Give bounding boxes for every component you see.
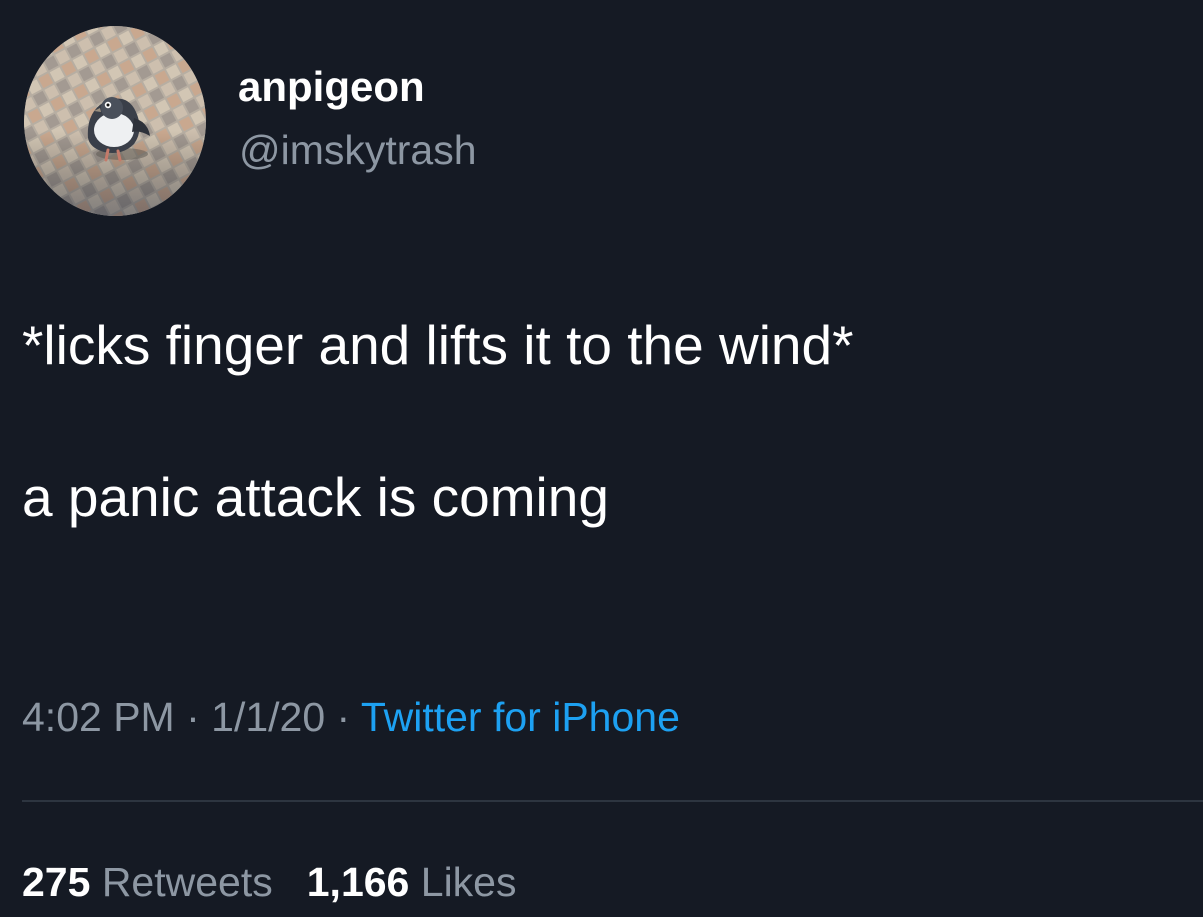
likes-label: Likes [420,859,517,905]
timestamp-date[interactable]: 1/1/20 [211,694,325,740]
tweet-meta: 4:02 PM · 1/1/20 · Twitter for iPhone [22,697,680,738]
retweets-stat[interactable]: 275 Retweets [22,859,273,905]
user-handle[interactable]: @imskytrash [239,130,477,171]
meta-separator: · [325,694,361,740]
meta-separator: · [174,694,212,740]
retweets-count: 275 [22,859,91,905]
timestamp-time[interactable]: 4:02 PM [22,694,175,740]
pigeon-avatar-icon [24,26,206,216]
likes-count: 1,166 [306,859,410,905]
tweet-card: anpigeon @imskytrash *licks finger and l… [0,0,1203,917]
tweet-text-line: a panic attack is coming [22,466,609,528]
tweet-text-line: *licks finger and lifts it to the wind* [22,314,854,376]
tweet-source-link[interactable]: Twitter for iPhone [361,694,680,740]
avatar[interactable] [24,26,206,216]
likes-stat[interactable]: 1,166 Likes [307,859,517,905]
display-name[interactable]: anpigeon [238,66,425,108]
divider [22,800,1203,802]
retweets-label: Retweets [101,859,273,905]
tweet-stats: 275 Retweets 1,166 Likes [22,862,516,903]
